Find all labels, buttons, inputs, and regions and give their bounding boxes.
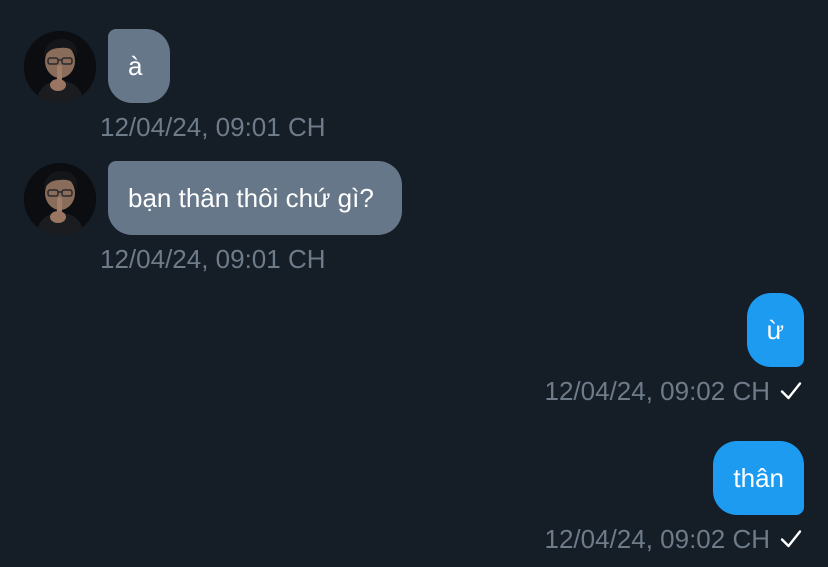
incoming-message-bubble[interactable]: à	[108, 29, 171, 103]
message-timestamp: 12/04/24, 09:02 CH	[544, 524, 771, 554]
contact-avatar[interactable]	[24, 163, 96, 235]
contact-avatar[interactable]	[24, 31, 96, 103]
message-meta: 12/04/24, 09:02 CH	[545, 524, 803, 554]
message-text: bạn thân thôi chứ gì?	[128, 183, 374, 213]
incoming-message-bubble[interactable]: bạn thân thôi chứ gì?	[108, 161, 402, 235]
message-text: thân	[733, 463, 784, 493]
contact-photo	[24, 163, 96, 235]
outgoing-message-bubble[interactable]: ừ	[746, 293, 804, 367]
check-icon	[780, 530, 802, 548]
message-timestamp: 12/04/24, 09:01 CH	[100, 112, 326, 142]
contact-photo	[24, 31, 96, 103]
message-timestamp: 12/04/24, 09:01 CH	[100, 244, 326, 274]
check-icon	[780, 382, 802, 400]
outgoing-message-bubble[interactable]: thân	[713, 441, 804, 515]
message-timestamp: 12/04/24, 09:02 CH	[544, 376, 771, 406]
message-meta: 12/04/24, 09:02 CH	[545, 376, 803, 406]
message-text: ừ	[766, 315, 784, 345]
message-text: à	[128, 51, 143, 81]
